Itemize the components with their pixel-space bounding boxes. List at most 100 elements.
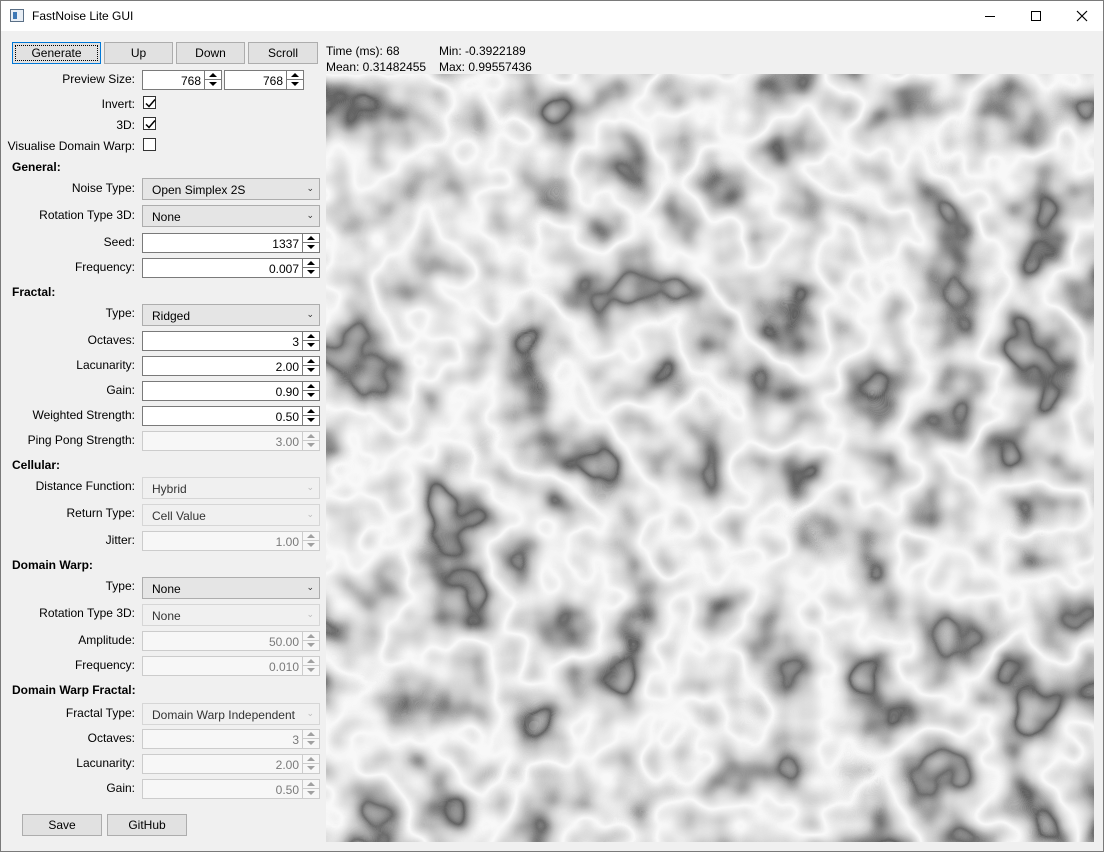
domain-warp-rotation-value: None bbox=[152, 609, 181, 623]
noise-texture bbox=[326, 74, 1094, 842]
preview-height-value: 768 bbox=[262, 74, 283, 88]
return-type-value: Cell Value bbox=[152, 509, 206, 523]
noise-type-value: Open Simplex 2S bbox=[152, 183, 246, 197]
dw-gain-value: 0.50 bbox=[275, 783, 299, 797]
seed-value: 1337 bbox=[272, 237, 299, 251]
dw-octaves-input: 3 bbox=[142, 729, 320, 749]
frequency-spinner[interactable] bbox=[302, 259, 319, 277]
octaves-spinner[interactable] bbox=[302, 332, 319, 350]
noise-type-select[interactable]: Open Simplex 2S ⌄ bbox=[142, 178, 320, 200]
fractal-type-select[interactable]: Ridged ⌄ bbox=[142, 304, 320, 326]
mean-stat: Mean: 0.31482455 bbox=[326, 60, 427, 74]
preview-width-spinner[interactable] bbox=[204, 71, 221, 89]
visualise-domain-warp-checkbox[interactable] bbox=[143, 138, 156, 151]
minimize-icon[interactable] bbox=[967, 1, 1013, 31]
chevron-down-icon: ⌄ bbox=[306, 708, 314, 718]
rotation-type-label: Rotation Type 3D: bbox=[39, 208, 135, 222]
ping-pong-strength-input: 3.00 bbox=[142, 431, 320, 451]
gain-spinner[interactable] bbox=[302, 382, 319, 400]
seed-input[interactable]: 1337 bbox=[142, 233, 320, 253]
chevron-down-icon: ⌄ bbox=[306, 210, 314, 220]
github-button[interactable]: GitHub bbox=[107, 814, 187, 836]
visualise-domain-warp-label: Visualise Domain Warp: bbox=[7, 139, 135, 153]
dw-octaves-label: Octaves: bbox=[87, 731, 135, 745]
domain-warp-type-select[interactable]: None ⌄ bbox=[142, 577, 320, 599]
lacunarity-value: 2.00 bbox=[275, 360, 299, 374]
chevron-down-icon: ⌄ bbox=[306, 309, 314, 319]
amplitude-label: Amplitude: bbox=[78, 633, 135, 647]
fractal-type-dw-label: Fractal Type: bbox=[65, 706, 135, 720]
gain-label: Gain: bbox=[106, 383, 135, 397]
invert-label: Invert: bbox=[101, 97, 135, 111]
amplitude-value: 50.00 bbox=[268, 635, 299, 649]
fractal-type-value: Ridged bbox=[152, 309, 191, 323]
save-button[interactable]: Save bbox=[22, 814, 102, 836]
domain-warp-type-label: Type: bbox=[105, 579, 135, 593]
invert-checkbox[interactable] bbox=[143, 96, 156, 109]
frequency-value: 0.007 bbox=[268, 262, 299, 276]
dw-lacunarity-value: 2.00 bbox=[275, 758, 299, 772]
max-stat: Max: 0.99557436 bbox=[439, 60, 532, 74]
domain-warp-header: Domain Warp: bbox=[12, 558, 93, 572]
preview-height-input[interactable]: 768 bbox=[224, 70, 304, 90]
gain-input[interactable]: 0.90 bbox=[142, 381, 320, 401]
dw-gain-label: Gain: bbox=[106, 781, 135, 795]
octaves-label: Octaves: bbox=[87, 333, 135, 347]
distance-function-select: Hybrid ⌄ bbox=[142, 477, 320, 499]
general-header: General: bbox=[12, 160, 61, 174]
jitter-input: 1.00 bbox=[142, 531, 320, 551]
jitter-spinner bbox=[302, 532, 319, 550]
jitter-value: 1.00 bbox=[275, 535, 299, 549]
close-icon[interactable] bbox=[1059, 1, 1104, 31]
3d-label: 3D: bbox=[116, 118, 135, 132]
dw-lacunarity-label: Lacunarity: bbox=[76, 756, 135, 770]
app-window: FastNoise Lite GUI Generate Up Down Scro… bbox=[0, 0, 1104, 852]
domain-warp-fractal-type-select: Domain Warp Independent ⌄ bbox=[142, 703, 320, 725]
rotation-type-value: None bbox=[152, 210, 181, 224]
dw-gain-spinner bbox=[302, 780, 319, 798]
distance-function-value: Hybrid bbox=[152, 482, 187, 496]
domain-warp-fractal-header: Domain Warp Fractal: bbox=[12, 683, 136, 697]
dw-lacunarity-spinner bbox=[302, 755, 319, 773]
3d-checkbox[interactable] bbox=[143, 117, 156, 130]
dw-gain-input: 0.50 bbox=[142, 779, 320, 799]
gain-value: 0.90 bbox=[275, 385, 299, 399]
rotation-type-select[interactable]: None ⌄ bbox=[142, 205, 320, 227]
chevron-down-icon: ⌄ bbox=[306, 609, 314, 619]
app-icon bbox=[10, 9, 24, 22]
lacunarity-label: Lacunarity: bbox=[76, 358, 135, 372]
ping-pong-strength-spinner bbox=[302, 432, 319, 450]
lacunarity-spinner[interactable] bbox=[302, 357, 319, 375]
amplitude-spinner bbox=[302, 632, 319, 650]
generate-button[interactable]: Generate bbox=[12, 42, 101, 64]
domain-warp-frequency-spinner bbox=[302, 657, 319, 675]
fractal-type-label: Type: bbox=[105, 306, 135, 320]
distance-function-label: Distance Function: bbox=[35, 479, 135, 493]
scroll-button[interactable]: Scroll bbox=[248, 42, 318, 64]
weighted-strength-spinner[interactable] bbox=[302, 407, 319, 425]
preview-height-spinner[interactable] bbox=[286, 71, 303, 89]
noise-type-label: Noise Type: bbox=[71, 181, 135, 195]
preview-width-input[interactable]: 768 bbox=[142, 70, 222, 90]
frequency-input[interactable]: 0.007 bbox=[142, 258, 320, 278]
dw-octaves-value: 3 bbox=[292, 733, 299, 747]
seed-spinner[interactable] bbox=[302, 234, 319, 252]
down-button[interactable]: Down bbox=[176, 42, 245, 64]
domain-warp-rotation-select: None ⌄ bbox=[142, 604, 320, 626]
weighted-strength-label: Weighted Strength: bbox=[32, 408, 135, 422]
weighted-strength-input[interactable]: 0.50 bbox=[142, 406, 320, 426]
title-bar: FastNoise Lite GUI bbox=[1, 1, 1103, 31]
weighted-strength-value: 0.50 bbox=[275, 410, 299, 424]
up-button[interactable]: Up bbox=[104, 42, 173, 64]
chevron-down-icon: ⌄ bbox=[306, 509, 314, 519]
chevron-down-icon: ⌄ bbox=[306, 482, 314, 492]
maximize-icon[interactable] bbox=[1013, 1, 1059, 31]
time-stat: Time (ms): 68 bbox=[326, 44, 400, 58]
frequency-label: Frequency: bbox=[74, 260, 135, 274]
octaves-input[interactable]: 3 bbox=[142, 331, 320, 351]
checkmark-icon bbox=[145, 120, 156, 129]
noise-preview-image bbox=[326, 74, 1094, 842]
chevron-down-icon: ⌄ bbox=[306, 582, 314, 592]
lacunarity-input[interactable]: 2.00 bbox=[142, 356, 320, 376]
fractal-header: Fractal: bbox=[12, 285, 56, 299]
